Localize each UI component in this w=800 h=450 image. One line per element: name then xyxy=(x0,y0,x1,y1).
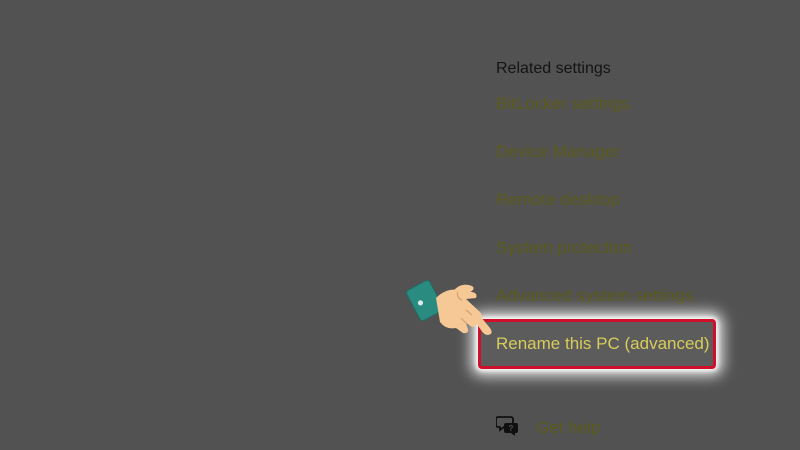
related-settings-panel: Related settings BitLocker settings Devi… xyxy=(496,0,796,450)
related-settings-heading: Related settings xyxy=(496,60,611,77)
rename-this-pc-link[interactable]: Rename this PC (advanced) xyxy=(496,334,710,354)
get-help-link[interactable]: Get help xyxy=(536,418,600,438)
system-protection-link[interactable]: System protection xyxy=(496,238,632,258)
chat-bubbles-icon: ? xyxy=(496,416,518,436)
remote-desktop-link[interactable]: Remote desktop xyxy=(496,190,620,210)
bitlocker-settings-link[interactable]: BitLocker settings xyxy=(496,94,630,114)
device-manager-link[interactable]: Device Manager xyxy=(496,142,620,162)
advanced-system-settings-link[interactable]: Advanced system settings xyxy=(496,286,693,306)
pointing-hand-icon xyxy=(406,279,492,335)
svg-text:?: ? xyxy=(509,424,514,433)
